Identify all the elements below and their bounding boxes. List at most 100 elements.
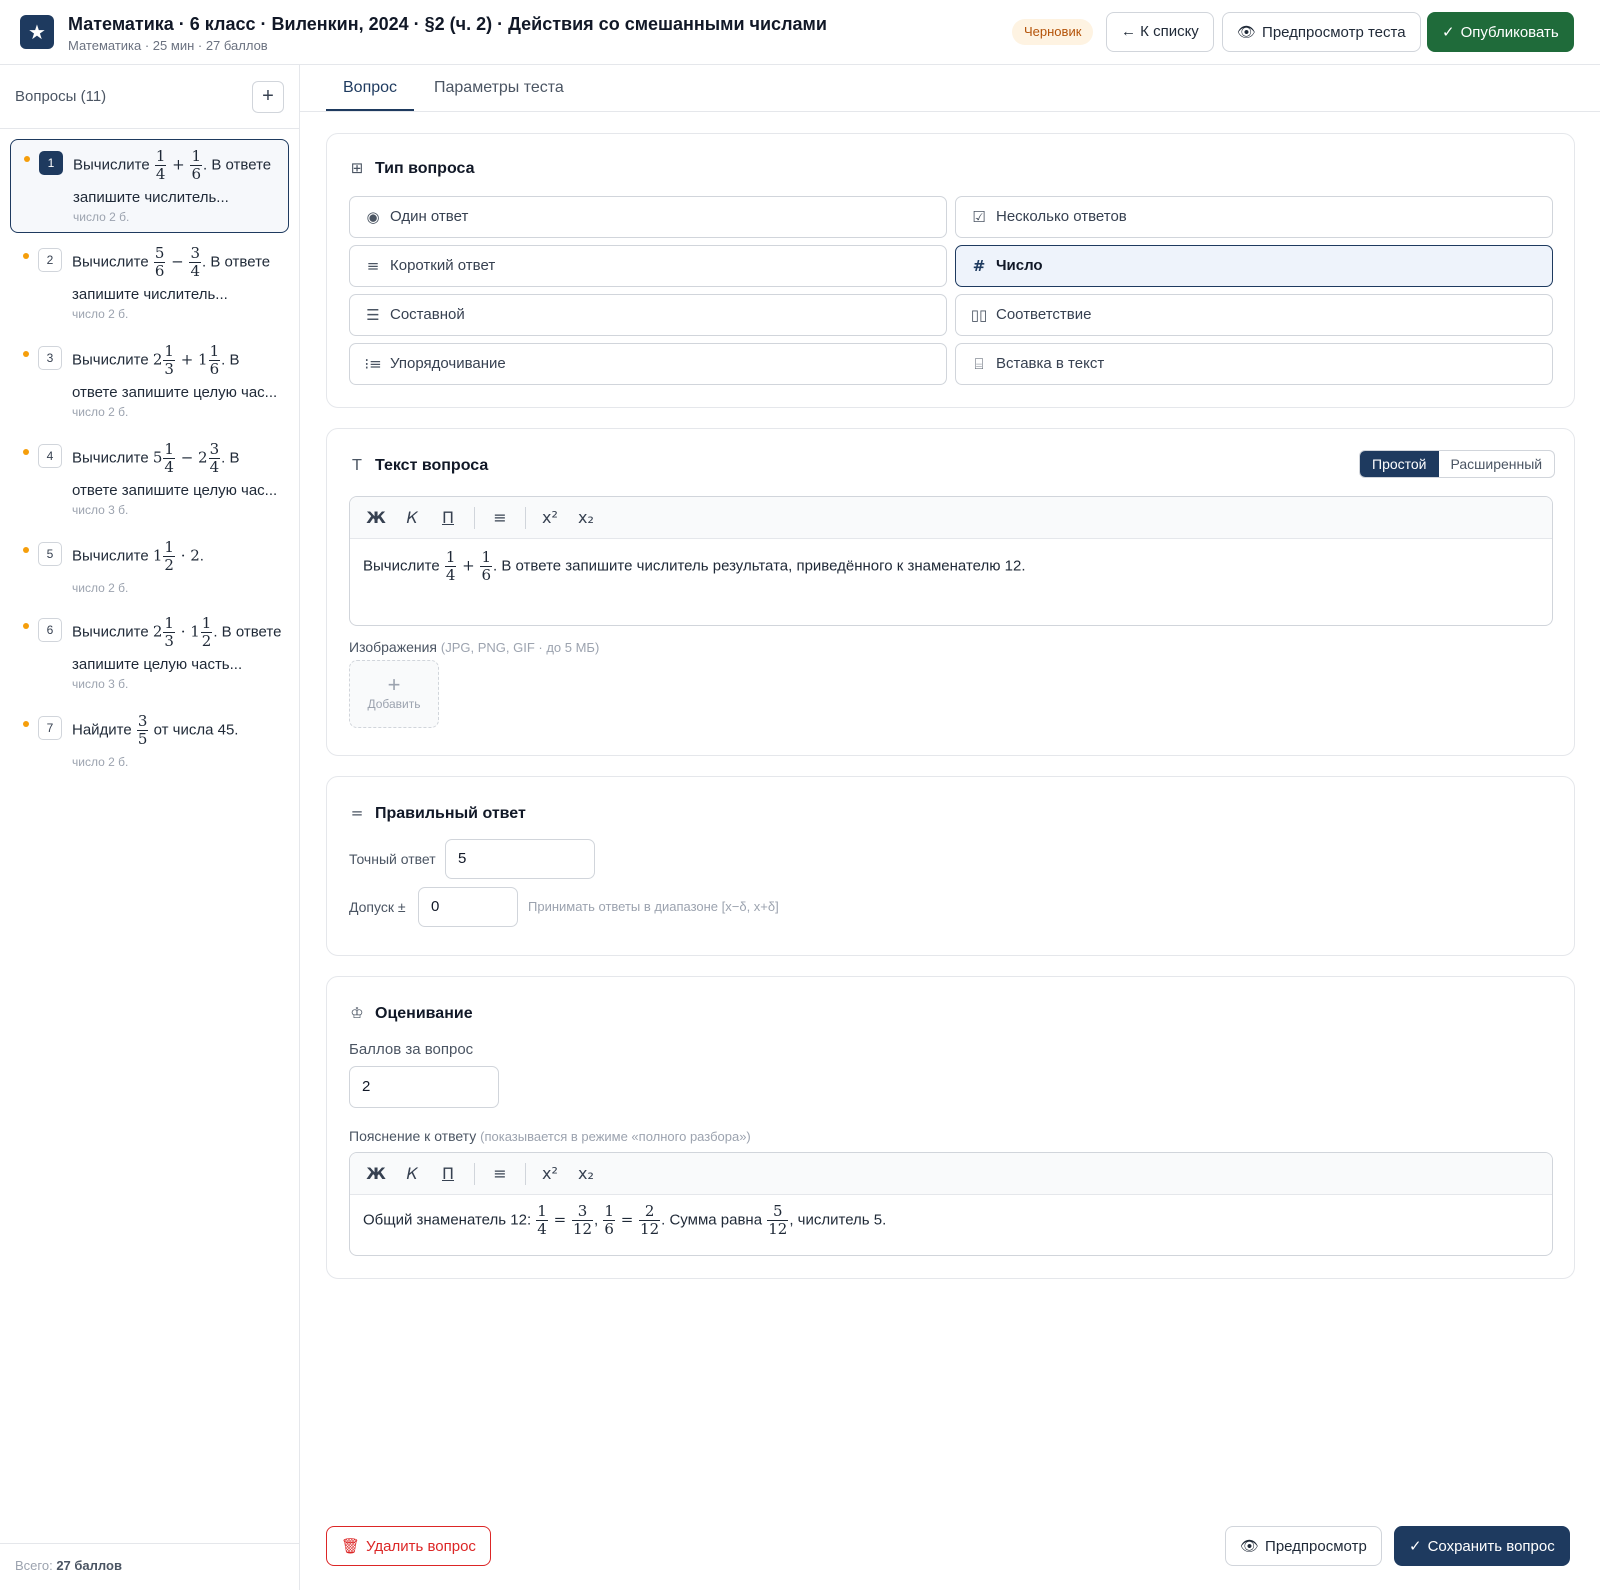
- mode-advanced-button[interactable]: Расширенный: [1439, 451, 1555, 477]
- question-preview-text: Вычислите 514 − 234. Вответе запишите це…: [72, 440, 278, 500]
- type-option-label: Вставка в текст: [996, 355, 1105, 372]
- page-title: Математика · 6 класс · Виленкин, 2024 · …: [68, 14, 827, 34]
- list-button[interactable]: ≡: [486, 1153, 514, 1195]
- toolbar-divider: [474, 507, 475, 529]
- total-points: Всего: 27 баллов: [15, 1558, 122, 1573]
- save-question-button[interactable]: ✓ Сохранить вопрос: [1394, 1526, 1570, 1566]
- bold-button[interactable]: Ж: [362, 1153, 390, 1195]
- lines-icon: ≡: [366, 257, 380, 275]
- top-bar: ★ Математика · 6 класс · Виленкин, 2024 …: [0, 0, 1600, 65]
- question-text-pre: Вычислите: [72, 623, 149, 641]
- question-meta: число 2 б.: [72, 307, 129, 321]
- fraction: 16: [190, 147, 203, 183]
- save-question-label: Сохранить вопрос: [1427, 1538, 1555, 1555]
- grading-card: ♔ Оценивание Баллов за вопрос 2 Пояснени…: [326, 976, 1575, 1279]
- question-meta: число 2 б.: [72, 581, 129, 595]
- question-number: 1: [39, 151, 63, 175]
- question-meta: число 2 б.: [72, 405, 129, 419]
- type-option-ordering[interactable]: ⁝≡ Упорядочивание: [349, 343, 947, 385]
- equals-icon: =: [350, 804, 364, 822]
- superscript-button[interactable]: x²: [536, 1153, 564, 1195]
- fraction: 14: [536, 1202, 548, 1238]
- question-preview-text: Вычислите 112 · 2.: [72, 538, 204, 574]
- question-item-4[interactable]: 4 Вычислите 514 − 234. Вответе запишите …: [10, 433, 289, 527]
- type-option-short[interactable]: ≡ Короткий ответ: [349, 245, 947, 287]
- tab-test-settings[interactable]: Параметры теста: [417, 65, 581, 111]
- italic-button[interactable]: К: [398, 1153, 426, 1195]
- underline-button[interactable]: П: [434, 1153, 462, 1195]
- question-number: 7: [38, 716, 62, 740]
- type-option-label: Соответствие: [996, 306, 1092, 323]
- eye-icon: 👁: [1237, 23, 1257, 41]
- question-text-line2: запишите числитель...: [73, 189, 229, 206]
- type-option-cloze[interactable]: ⌸ Вставка в текст: [955, 343, 1553, 385]
- tab-question[interactable]: Вопрос: [326, 65, 415, 111]
- images-hint: (JPG, PNG, GIF · до 5 МБ): [440, 640, 600, 655]
- question-item-6[interactable]: 6 Вычислите 213 · 112. В ответе запишите …: [10, 607, 289, 701]
- explanation-content[interactable]: Общий знаменатель 12: 14 = 3 12, 16 = 2 12…: [363, 1203, 886, 1238]
- question-item-1[interactable]: 1 Вычислите 14 + 16. В ответе запишите чи…: [10, 139, 289, 233]
- type-option-single[interactable]: ◉ Один ответ: [349, 196, 947, 238]
- subscript-button[interactable]: x₂: [572, 497, 600, 539]
- page-subtitle: Математика · 25 мин · 27 баллов: [68, 38, 268, 53]
- fraction: 14: [163, 440, 175, 476]
- question-text-card: T Текст вопроса Простой Расширенный Ж К …: [326, 428, 1575, 756]
- back-to-list-button[interactable]: ← К списку: [1106, 12, 1214, 52]
- explanation-hint: (показывается в режиме «полного разбора»…: [480, 1129, 751, 1144]
- question-text-post: .: [199, 547, 204, 565]
- mode-simple-button[interactable]: Простой: [1360, 451, 1439, 477]
- question-text-post: . В: [221, 351, 240, 369]
- question-text-post: . В ответе: [202, 253, 271, 271]
- publish-label: Опубликовать: [1460, 24, 1559, 41]
- trash-icon: 🗑: [341, 1537, 361, 1555]
- tolerance-hint: Принимать ответы в диапазоне [x−δ, x+δ]: [528, 899, 779, 914]
- question-type-card: ⊞ Тип вопроса ◉ Один ответ ☑ Несколько отв…: [326, 133, 1575, 408]
- fraction: 3 12: [571, 1202, 594, 1238]
- bold-button[interactable]: Ж: [362, 497, 390, 539]
- question-type-title: Тип вопроса: [375, 160, 475, 177]
- preview-button[interactable]: 👁 Предпросмотр: [1225, 1526, 1382, 1566]
- underline-button[interactable]: П: [434, 497, 462, 539]
- question-item-2[interactable]: 2 Вычислите 56 − 34. В ответе запишите чи…: [10, 237, 289, 331]
- question-text-pre: Вычислите: [363, 557, 440, 575]
- unsaved-dot: [23, 547, 29, 553]
- publish-button[interactable]: ✓ Опубликовать: [1427, 12, 1574, 52]
- tolerance-label: Допуск ±: [349, 899, 406, 915]
- delete-question-button[interactable]: 🗑 Удалить вопрос: [326, 1526, 491, 1566]
- hash-icon: #: [972, 257, 986, 275]
- fraction: 16: [208, 342, 221, 378]
- fraction: 16: [480, 548, 493, 584]
- explanation-label: Пояснение к ответу (показывается в режим…: [349, 1128, 751, 1144]
- italic-button[interactable]: К: [398, 497, 426, 539]
- points-input[interactable]: 2: [349, 1066, 499, 1108]
- total-label: Всего:: [15, 1558, 53, 1573]
- type-option-multiple[interactable]: ☑ Несколько ответов: [955, 196, 1553, 238]
- grid-icon: ⊞: [350, 159, 364, 177]
- tolerance-input[interactable]: 0: [418, 887, 518, 927]
- question-item-5[interactable]: 5 Вычислите 112 · 2. число 2 б.: [10, 531, 289, 607]
- exact-answer-input[interactable]: 5: [445, 839, 595, 879]
- add-question-button[interactable]: +: [252, 81, 284, 113]
- question-text-content[interactable]: Вычислите 14 + 16. В ответе запишите чис…: [363, 549, 1026, 584]
- question-item-3[interactable]: 3 Вычислите 213 + 116. Вответе запишите …: [10, 335, 289, 429]
- question-text-post: . В ответе: [213, 623, 282, 641]
- editor-mode-switch: Простой Расширенный: [1359, 450, 1556, 478]
- question-preview-text: Вычислите 56 − 34. В ответе запишите числ…: [72, 244, 271, 304]
- preview-test-button[interactable]: 👁 Предпросмотр теста: [1222, 12, 1421, 52]
- list-button[interactable]: ≡: [486, 497, 514, 539]
- add-image-label: Добавить: [367, 697, 421, 711]
- award-icon: ♔: [350, 1004, 364, 1022]
- type-option-matching[interactable]: ▯▯ Соответствие: [955, 294, 1553, 336]
- points-label: Баллов за вопрос: [349, 1041, 474, 1058]
- question-text-title: Текст вопроса: [375, 457, 489, 474]
- superscript-button[interactable]: x²: [536, 497, 564, 539]
- add-image-button[interactable]: + Добавить: [349, 660, 439, 728]
- star-logo-icon: ★: [20, 15, 54, 49]
- toolbar-divider: [525, 507, 526, 529]
- sidebar-footer-divider: [0, 1543, 299, 1544]
- type-option-composite[interactable]: ☰ Составной: [349, 294, 947, 336]
- unsaved-dot: [23, 351, 29, 357]
- question-item-7[interactable]: 7 Найдите 35 от числа 45. число 2 б.: [10, 705, 289, 781]
- subscript-button[interactable]: x₂: [572, 1153, 600, 1195]
- type-option-number[interactable]: # Число: [955, 245, 1553, 287]
